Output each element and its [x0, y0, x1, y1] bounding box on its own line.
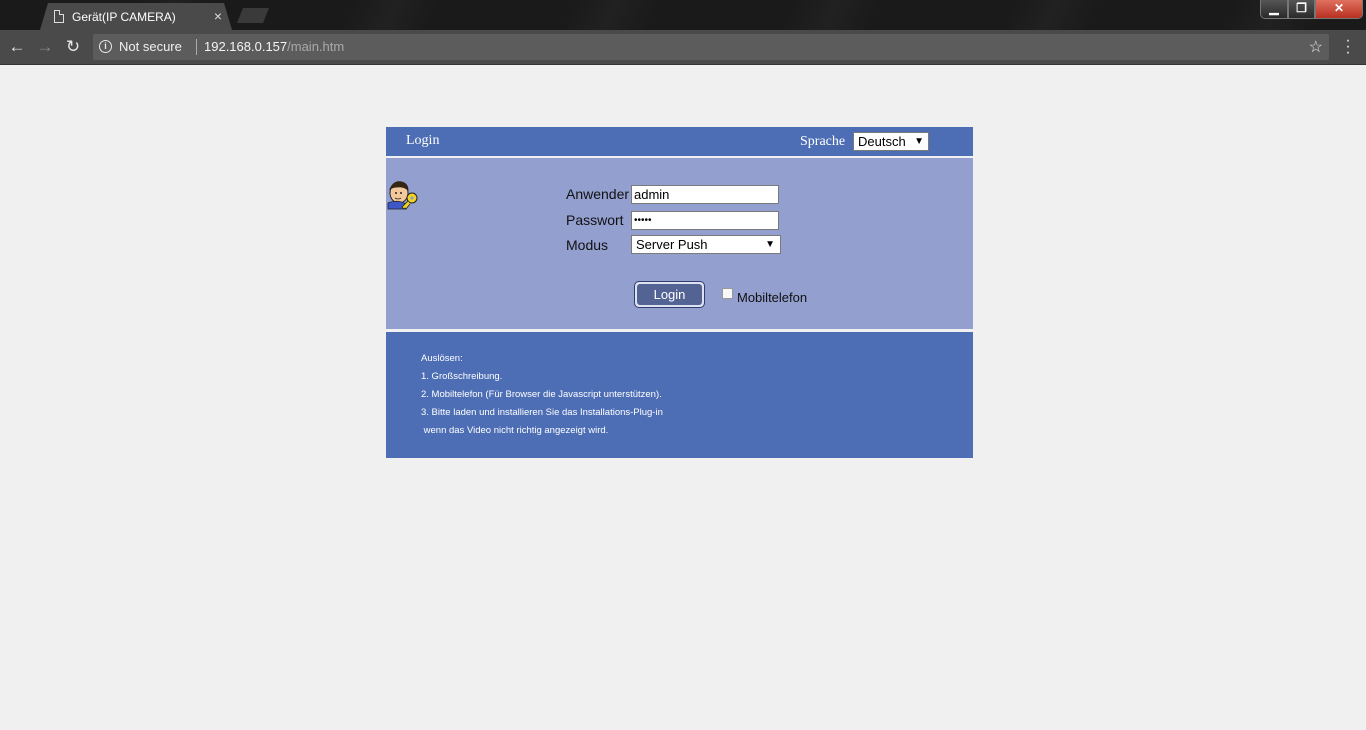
info-icon[interactable]: i [99, 40, 112, 53]
back-arrow-icon[interactable]: ← [7, 37, 27, 57]
dropdown-arrow-icon: ▼ [914, 136, 924, 147]
mode-select[interactable]: Server Push ▼ [631, 235, 781, 254]
address-bar[interactable]: i Not secure 192.168.0.157/main.htm ☆ [93, 34, 1329, 60]
login-button[interactable]: Login [634, 281, 705, 308]
forward-arrow-icon[interactable]: → [35, 37, 55, 57]
url-host: 192.168.0.157 [204, 39, 288, 54]
url-path: /main.htm [287, 39, 345, 54]
close-icon: ✕ [1333, 1, 1345, 15]
note-line: 3. Bitte laden und installieren Sie das … [421, 407, 663, 418]
address-divider [196, 39, 197, 55]
password-input[interactable]: ••••• [631, 211, 779, 230]
mobile-checkbox[interactable] [722, 288, 733, 299]
browser-tab-active[interactable]: Gerät(IP CAMERA) × [40, 3, 232, 30]
help-notes: Auslösen: 1. Großschreibung. 2. Mobiltel… [386, 332, 973, 458]
language-select[interactable]: Deutsch ▼ [853, 132, 929, 151]
password-label: Passwort [566, 212, 624, 228]
bookmark-star-icon[interactable]: ☆ [1309, 37, 1323, 57]
dropdown-arrow-icon: ▼ [765, 239, 775, 250]
login-button-label: Login [637, 284, 702, 305]
tab-close-icon[interactable]: × [214, 8, 222, 24]
login-form: Anwender admin Passwort ••••• Modus Serv… [386, 158, 973, 329]
user-key-mascot-icon [387, 181, 418, 210]
mode-label: Modus [566, 237, 609, 253]
browser-menu-icon[interactable]: · · · [1343, 33, 1353, 61]
minimize-icon: ▁ [1269, 1, 1279, 15]
url-text[interactable]: 192.168.0.157/main.htm [204, 39, 344, 54]
language-label: Sprache [800, 134, 846, 149]
login-panel: Login Sprache Deutsch ▼ Anwender admin P… [386, 127, 973, 458]
restore-icon: ❐ [1296, 1, 1307, 15]
username-input[interactable]: admin [631, 185, 779, 204]
note-line: 1. Großschreibung. [421, 371, 503, 382]
language-value: Deutsch [858, 134, 906, 149]
security-status[interactable]: Not secure [119, 39, 182, 54]
tab-title: Gerät(IP CAMERA) [72, 10, 176, 24]
notes-heading: Auslösen: [421, 353, 463, 364]
reload-icon[interactable]: ↻ [63, 37, 83, 57]
page-icon [54, 10, 64, 23]
browser-titlebar: Gerät(IP CAMERA) × ▁ ❐ ✕ [0, 0, 1366, 30]
window-restore-button[interactable]: ❐ [1288, 0, 1315, 19]
panel-title: Login [406, 133, 440, 148]
username-label: Anwender [566, 186, 630, 202]
note-line: wenn das Video nicht richtig angezeigt w… [421, 425, 609, 436]
window-close-button[interactable]: ✕ [1315, 0, 1363, 19]
window-minimize-button[interactable]: ▁ [1260, 0, 1288, 19]
note-line: 2. Mobiltelefon (Für Browser die Javascr… [421, 389, 662, 400]
panel-header: Login Sprache Deutsch ▼ [386, 127, 973, 156]
mobile-checkbox-label[interactable]: Mobiltelefon [737, 290, 807, 305]
mode-value: Server Push [636, 237, 708, 252]
